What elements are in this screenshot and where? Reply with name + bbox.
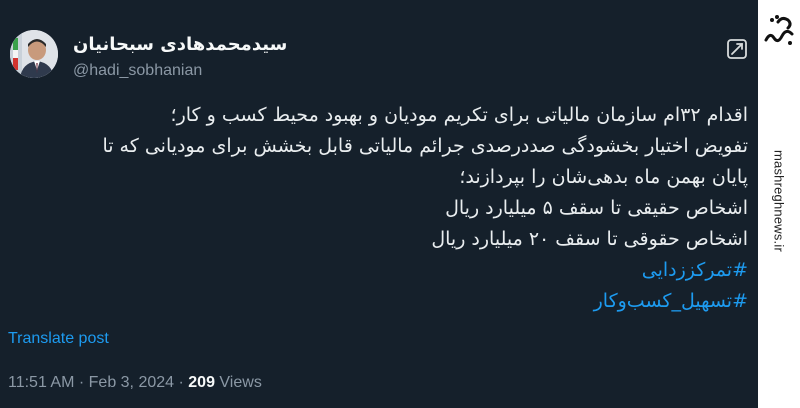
mashregh-logo (764, 15, 794, 45)
body-line: پایان بهمن ماه بدهی‌شان را بپردازند؛ (459, 166, 748, 188)
hashtag-link[interactable]: #تسهیل_کسب‌وکار (10, 286, 748, 317)
tweet-date[interactable]: Feb 3, 2024 (89, 374, 174, 391)
watermark-site-text: mashreghnews.ir (771, 150, 787, 252)
tweet-time[interactable]: 11:51 AM (8, 374, 74, 391)
views-count: 209 (188, 374, 215, 391)
watermark-site: mashreghnews.ir (764, 56, 794, 346)
avatar-photo-icon (10, 30, 58, 78)
author-display-name[interactable]: سیدمحمدهادی سبحانیان (73, 34, 287, 56)
views-label: Views (219, 374, 262, 391)
body-line: اشخاص حقیقی تا سقف ۵ میلیارد ریال (445, 197, 748, 219)
body-line: اقدام ۳۲ام سازمان مالیاتی برای تکریم مود… (170, 104, 748, 126)
body-line: اشخاص حقوقی تا سقف ۲۰ میلیارد ریال (431, 228, 748, 250)
meta-separator: · (174, 374, 189, 391)
meta-separator: · (74, 374, 89, 391)
body-line: تفویض اختیار بخشودگی صددرصدی جرائم مالیا… (102, 135, 748, 157)
grok-icon[interactable] (726, 38, 748, 60)
author-block: سیدمحمدهادی سبحانیان @hadi_sobhanian (73, 34, 287, 81)
watermark-strip: mashreghnews.ir (758, 0, 800, 408)
hashtag-link[interactable]: #تمرکززدایی (10, 255, 748, 286)
avatar[interactable] (10, 30, 58, 78)
author-handle[interactable]: @hadi_sobhanian (73, 61, 287, 81)
tweet-card: سیدمحمدهادی سبحانیان @hadi_sobhanian اقد… (0, 0, 758, 408)
tweet-body: اقدام ۳۲ام سازمان مالیاتی برای تکریم مود… (10, 100, 748, 317)
tweet-header: سیدمحمدهادی سبحانیان @hadi_sobhanian (10, 30, 748, 86)
translate-post-link[interactable]: Translate post (8, 330, 109, 348)
tweet-meta: 11:51 AM · Feb 3, 2024 · 209 Views (8, 374, 262, 392)
